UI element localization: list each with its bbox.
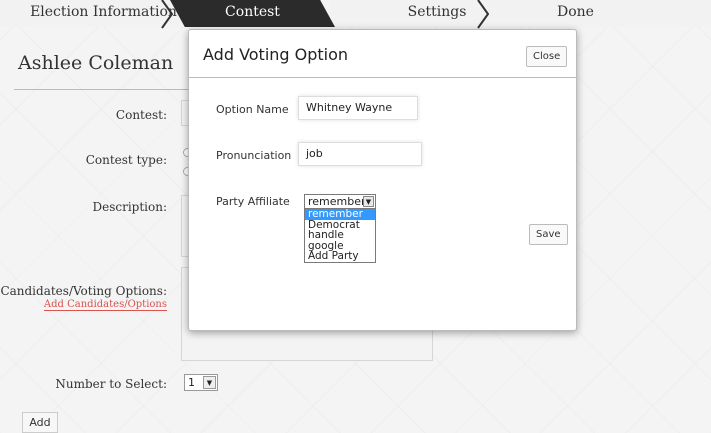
step-election-information[interactable]: Election Information	[0, 0, 183, 27]
party-option[interactable]: Add Party	[305, 251, 375, 262]
divider	[14, 89, 194, 90]
contest-label: Contest:	[115, 108, 167, 122]
close-button[interactable]: Close	[526, 46, 568, 67]
step-contest[interactable]: Contest	[170, 0, 335, 27]
candidates-label: Candidates/Voting Options:	[0, 284, 167, 298]
modal-title: Add Voting Option	[203, 45, 349, 64]
number-to-select-label: Number to Select:	[55, 377, 167, 391]
modal-divider	[189, 77, 576, 78]
pronunciation-label: Pronunciation	[216, 149, 292, 162]
party-option[interactable]: remember	[305, 209, 375, 220]
chevron-down-icon: ▼	[203, 376, 216, 389]
step-done[interactable]: Done	[480, 0, 711, 27]
option-name-label: Option Name	[216, 103, 289, 116]
party-options-list: remember Democrat handle google Add Part…	[304, 208, 376, 263]
description-label: Description:	[92, 200, 167, 214]
add-voting-option-modal: Add Voting Option Close Option Name Whit…	[188, 29, 577, 331]
contest-type-label: Contest type:	[85, 153, 167, 167]
wizard-steps: Election Information Settings Done Conte…	[0, 0, 711, 30]
chevron-down-icon: ▼	[363, 196, 374, 207]
option-name-input[interactable]: Whitney Wayne	[298, 96, 418, 120]
chevron-right-icon	[476, 0, 490, 30]
add-candidates-link[interactable]: Add Candidates/Options	[43, 299, 167, 311]
number-to-select-dropdown[interactable]: 1 ▼	[184, 374, 218, 391]
chevron-right-icon	[160, 0, 174, 30]
step-settings[interactable]: Settings	[330, 0, 490, 27]
pronunciation-input[interactable]: job	[298, 142, 422, 166]
party-affiliate-label: Party Affiliate	[216, 195, 290, 208]
save-button[interactable]: Save	[529, 224, 568, 245]
user-name: Ashlee Coleman	[18, 52, 174, 74]
party-affiliate-select[interactable]: remember ▼	[304, 194, 376, 209]
add-button[interactable]: Add	[22, 412, 58, 433]
